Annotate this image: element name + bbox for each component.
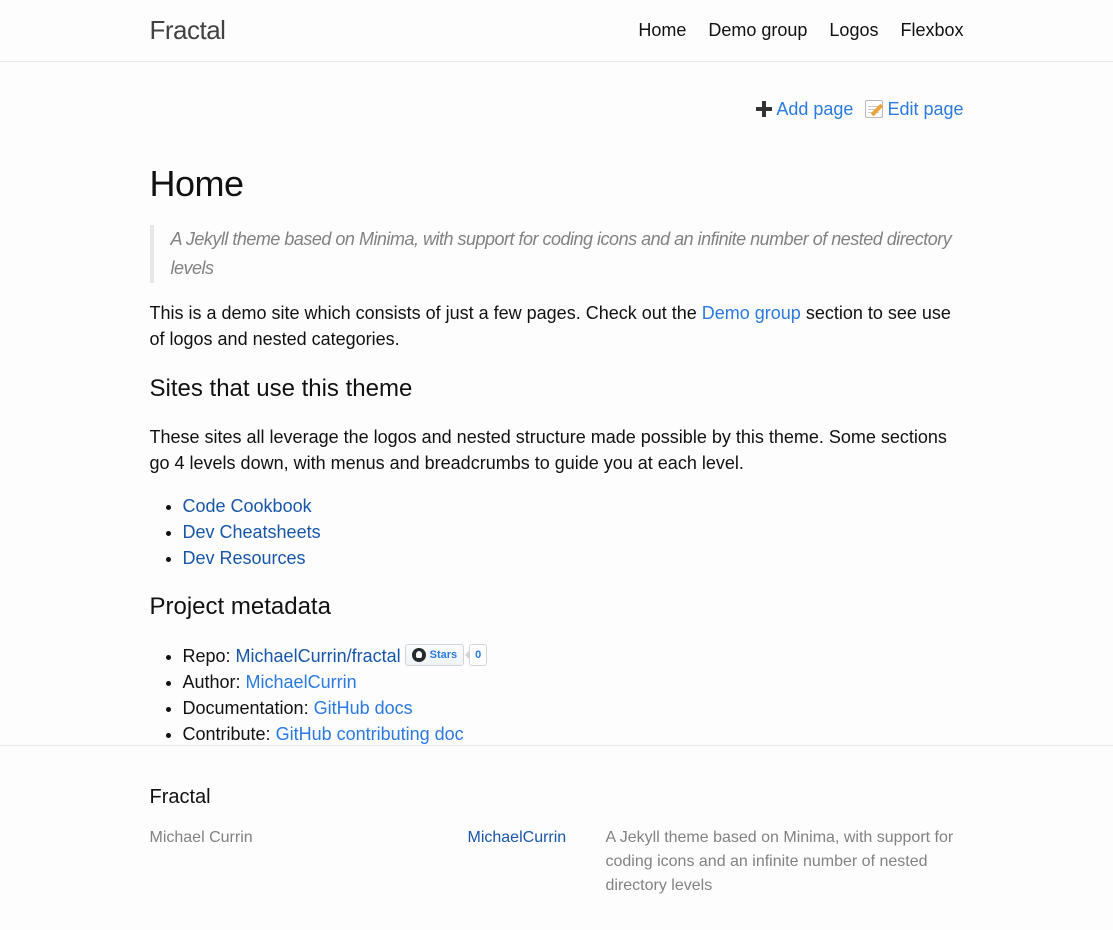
list-item: Repo: MichaelCurrin/fractal Stars 0 [183,643,488,669]
footer-heading: Fractal [149,786,211,808]
dev-resources-link[interactable]: Dev Resources [183,548,306,568]
demo-group-link[interactable]: Demo group [702,303,801,323]
github-icon [411,648,426,663]
site-header: Fractal Home Demo group Logos Flexbox [0,0,1113,62]
nav-logos[interactable]: Logos [829,17,878,43]
edit-page-label: Edit page [887,99,964,119]
list-item: Dev Cheatsheets [183,519,321,545]
documentation-label: Documentation: [182,698,314,718]
edit-icon [865,100,884,118]
sites-list: Code Cookbook Dev Cheatsheets Dev Resour… [183,493,321,571]
metadata-heading: Project metadata [149,593,331,620]
stars-label: Stars [429,649,458,662]
footer-github-link[interactable]: MichaelCurrin [468,829,567,846]
add-page-link[interactable]: Add page [756,96,853,122]
intro-paragraph: This is a demo site which consists of ju… [150,300,964,352]
nav-home[interactable]: Home [638,17,686,43]
contribute-label: Contribute: [182,724,276,744]
page-title: Home [149,163,245,204]
repo-label: Repo: [182,646,236,666]
site-footer: Fractal Michael Currin MichaelCurrin A J… [0,745,1113,929]
list-item: Documentation: GitHub docs [183,695,488,721]
list-item: Contribute: GitHub contributing doc [183,721,488,747]
edit-page-link[interactable]: Edit page [865,96,964,122]
sites-heading: Sites that use this theme [149,375,413,402]
nav-demo-group[interactable]: Demo group [708,17,807,43]
plus-icon [756,101,773,117]
main-content: Add page Edit page Home A Jekyll theme b… [149,62,964,747]
intro-text-before: This is a demo site which consists of ju… [149,303,702,323]
metadata-list: Repo: MichaelCurrin/fractal Stars 0 Author… [183,643,488,747]
author-label: Author: [182,672,246,692]
footer-author-name: Michael Currin [149,829,253,846]
footer-social: MichaelCurrin [468,826,567,850]
dev-cheatsheets-link[interactable]: Dev Cheatsheets [183,522,321,542]
theme-quote: A Jekyll theme based on Minima, with sup… [149,225,964,283]
list-item: Dev Resources [183,545,321,571]
contributing-doc-link[interactable]: GitHub contributing doc [276,724,464,744]
stars-count[interactable]: 0 [465,644,488,667]
repo-link[interactable]: MichaelCurrin/fractal [236,646,401,666]
github-stars-button[interactable]: Stars [404,644,465,667]
site-title-link[interactable]: Fractal [150,13,226,47]
list-item: Code Cookbook [183,493,321,519]
sites-description: These sites all leverage the logos and n… [149,427,947,473]
site-nav: Home Demo group Logos Flexbox [638,17,963,43]
footer-description: A Jekyll theme based on Minima, with sup… [605,829,954,894]
nav-flexbox[interactable]: Flexbox [900,17,963,43]
github-stars-widget: Stars 0 [404,644,488,667]
github-docs-link[interactable]: GitHub docs [314,698,413,718]
add-page-label: Add page [776,99,854,119]
code-cookbook-link[interactable]: Code Cookbook [183,496,312,516]
author-link[interactable]: MichaelCurrin [246,672,357,692]
page-actions: Add page Edit page [756,96,964,122]
list-item: Author: MichaelCurrin [183,669,488,695]
